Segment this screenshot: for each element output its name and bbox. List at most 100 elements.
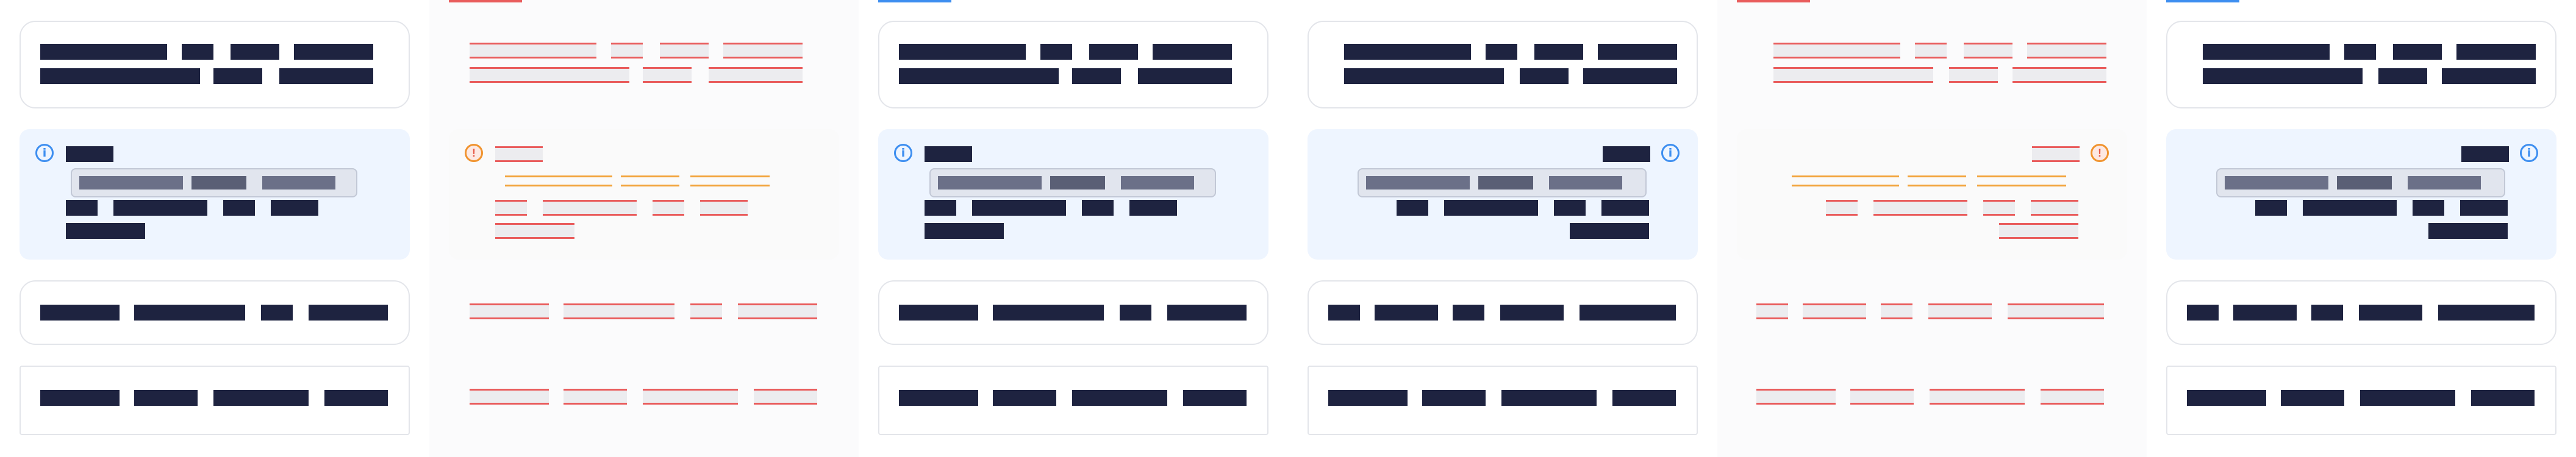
- redacted-text: [2460, 200, 2508, 216]
- removed-text: [1915, 43, 1947, 58]
- removed-text: [495, 200, 527, 216]
- redacted-text: [2255, 200, 2287, 216]
- redacted-text: [294, 44, 373, 60]
- redacted-text: [1612, 390, 1676, 406]
- info-callout: i: [20, 129, 410, 260]
- callout-title: [66, 146, 113, 162]
- redacted-text: [899, 390, 978, 406]
- redacted-text: [2360, 390, 2455, 406]
- callout-title: [1603, 146, 1650, 162]
- info-callout: i: [878, 129, 1268, 260]
- removed-text: [2031, 200, 2078, 216]
- text-card-3: [20, 366, 410, 435]
- removed-text: [564, 303, 674, 319]
- redacted-text: [972, 200, 1066, 216]
- redacted-text: [324, 390, 388, 406]
- info-circle-icon: i: [1661, 144, 1680, 162]
- text-card-1: [1308, 21, 1698, 108]
- callout-title: [925, 146, 972, 162]
- removed-text: [1773, 67, 1933, 83]
- warning-circle-icon: !: [465, 144, 483, 162]
- slider-track[interactable]: [929, 168, 1216, 197]
- redacted-text: [1129, 200, 1177, 216]
- redacted-text: [2187, 305, 2219, 321]
- redacted-text: [309, 305, 388, 321]
- removed-text: [470, 43, 596, 58]
- warning-circle-icon: !: [2091, 144, 2109, 162]
- removed-text: [470, 303, 549, 319]
- removed-text: [1850, 389, 1914, 405]
- warning-callout: !: [1737, 129, 2127, 260]
- redacted-text: [2438, 305, 2535, 321]
- removed-text: [1773, 43, 1900, 58]
- redacted-text: [1570, 223, 1649, 239]
- removed-text: [2032, 146, 2080, 162]
- removed-text: [495, 223, 574, 239]
- redacted-text: [925, 223, 1004, 239]
- panel-marker: [449, 0, 522, 2]
- slider-track[interactable]: [1358, 168, 1647, 197]
- redacted-text: [2187, 390, 2266, 406]
- removed-text: [709, 67, 803, 83]
- changed-slider: [1977, 175, 2066, 186]
- redacted-text: [2456, 44, 2536, 60]
- redacted-text: [2303, 200, 2397, 216]
- text-card-3: [878, 366, 1268, 435]
- removed-text: [1930, 389, 2025, 405]
- redacted-text: [925, 200, 956, 216]
- redacted-text: [223, 200, 255, 216]
- redacted-text: [1520, 68, 1569, 84]
- redacted-text: [1072, 390, 1167, 406]
- changed-slider: [690, 175, 770, 186]
- redacted-text: [1089, 44, 1138, 60]
- text-card-1: [2166, 21, 2556, 108]
- redacted-text: [1397, 200, 1428, 216]
- removed-text: [543, 200, 637, 216]
- removed-text: [611, 43, 643, 58]
- redacted-text: [1153, 44, 1232, 60]
- panel-marker: [2166, 0, 2239, 2]
- removed-text: [495, 146, 543, 162]
- panel-2: !: [429, 0, 859, 457]
- removed-text: [653, 200, 684, 216]
- redacted-text: [2311, 305, 2343, 321]
- redacted-text: [1501, 390, 1597, 406]
- text-card-2: [2166, 280, 2556, 345]
- removed-text: [2041, 389, 2104, 405]
- panel-6: i: [2147, 0, 2576, 457]
- redacted-text: [1344, 68, 1504, 84]
- redacted-text: [213, 68, 262, 84]
- redacted-text: [993, 305, 1104, 321]
- redacted-text: [1183, 390, 1247, 406]
- removed-text: [470, 67, 629, 83]
- redacted-text: [66, 200, 98, 216]
- panel-5: !: [1717, 0, 2147, 457]
- redacted-text: [2281, 390, 2344, 406]
- redacted-text: [2428, 223, 2508, 239]
- removed-text: [754, 389, 817, 405]
- redacted-text: [40, 305, 120, 321]
- text-card-2: [1308, 280, 1698, 345]
- redacted-text: [279, 68, 373, 84]
- removed-text: [2027, 43, 2106, 58]
- removed-text: [723, 43, 803, 58]
- slider-track[interactable]: [71, 168, 357, 197]
- redacted-text: [2233, 305, 2297, 321]
- redacted-text: [1486, 44, 1517, 60]
- redacted-text: [1601, 200, 1649, 216]
- redacted-text: [1040, 44, 1072, 60]
- redacted-text: [271, 200, 318, 216]
- changed-slider: [505, 175, 612, 186]
- info-callout: i: [1308, 129, 1698, 260]
- redacted-text: [1344, 44, 1471, 60]
- slider-track[interactable]: [2216, 168, 2505, 197]
- callout-title: [2461, 146, 2509, 162]
- redacted-text: [40, 68, 200, 84]
- redacted-text: [1375, 305, 1438, 321]
- removed-text: [700, 200, 748, 216]
- redacted-text: [2413, 200, 2444, 216]
- removed-text: [690, 303, 722, 319]
- redacted-text: [2359, 305, 2422, 321]
- text-card-2: [878, 280, 1268, 345]
- panel-1: i: [0, 0, 429, 457]
